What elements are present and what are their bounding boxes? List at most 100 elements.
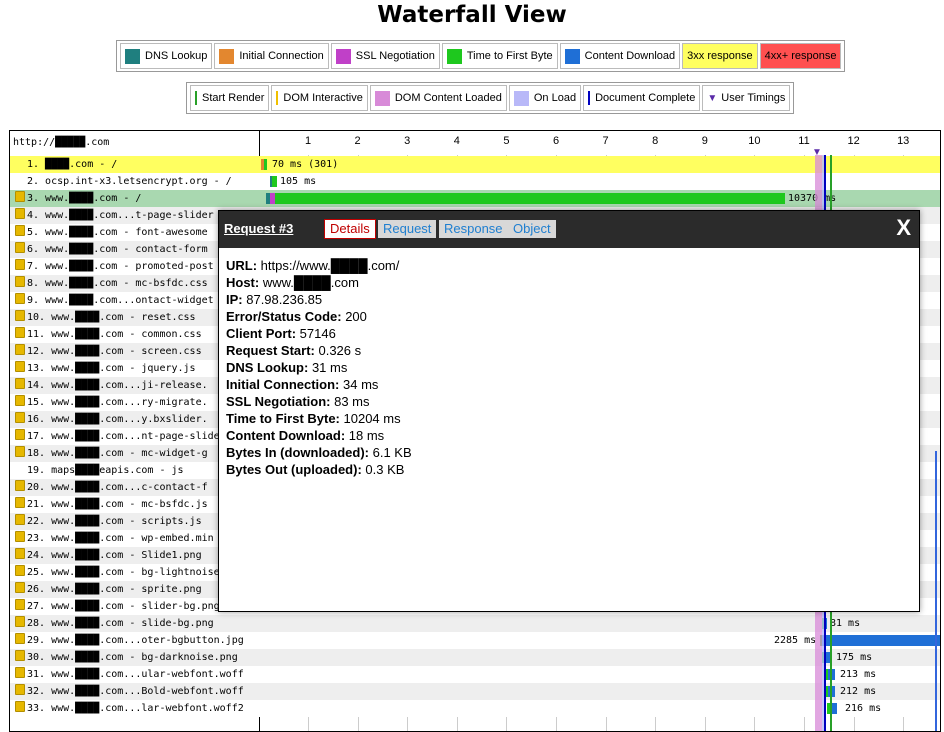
duration-label: 175 ms — [836, 652, 873, 663]
detail-row: Initial Connection: 34 ms — [226, 376, 412, 393]
legend-item-ssl-negotiation: SSL Negotiation — [330, 43, 440, 69]
lock-icon — [15, 650, 25, 661]
request-label[interactable]: 2. ocsp.int-x3.letsencrypt.org - / — [10, 173, 259, 190]
detail-key: Initial Connection: — [226, 377, 340, 392]
table-row[interactable]: 30. www.████.com - bg-darknoise.png 175 m… — [10, 649, 940, 666]
tick-label: 4 — [453, 135, 460, 147]
tick-label: 3 — [404, 135, 411, 147]
lock-icon — [15, 259, 25, 270]
legend-label: Content Download — [584, 50, 676, 62]
request-label[interactable]: 3. www.████.com - / — [10, 190, 259, 207]
request-url-text: 4. www.████.com...t-page-slider — [27, 210, 214, 221]
request-url-text: 11. www.████.com - common.css — [27, 329, 202, 340]
table-row[interactable]: 28. www.████.com - slide-bg.png 81 ms — [10, 615, 940, 632]
dialog-title[interactable]: Request #3 — [224, 221, 293, 236]
dialog-header: Request #3 Details Request Response Obje… — [219, 211, 919, 248]
request-url-text: 22. www.████.com - scripts.js — [27, 516, 202, 527]
detail-row: Request Start: 0.326 s — [226, 342, 412, 359]
request-url-text: 10. www.████.com - reset.css — [27, 312, 196, 323]
request-url-text: 3. www.████.com - / — [27, 193, 142, 204]
legend-swatch — [219, 48, 235, 64]
tick-label: 13 — [897, 135, 910, 147]
detail-row: DNS Lookup: 31 ms — [226, 359, 412, 376]
request-label[interactable]: 30. www.████.com - bg-darknoise.png — [10, 649, 259, 666]
detail-row: Host: www.████.com — [226, 274, 412, 291]
detail-value: 6.1 KB — [369, 445, 412, 460]
request-url-text: 13. www.████.com - jquery.js — [27, 363, 196, 374]
request-label[interactable]: 28. www.████.com - slide-bg.png — [10, 615, 259, 632]
tab-details[interactable]: Details — [324, 219, 376, 239]
legend-swatch — [374, 90, 390, 106]
request-url-text: 29. www.████.com...oter-bgbutton.jpg — [27, 635, 244, 646]
request-url-text: 15. www.████.com...ry-migrate. — [27, 397, 208, 408]
table-row[interactable]: 32. www.████.com...Bold-webfont.woff 212 … — [10, 683, 940, 700]
detail-value: 87.98.236.85 — [242, 292, 323, 307]
legend-label: DOM Content Loaded — [394, 92, 502, 104]
request-url-text: 14. www.████.com...ji-release. — [27, 380, 208, 391]
duration-label: 213 ms — [840, 669, 877, 680]
tab-object[interactable]: Object — [508, 220, 556, 238]
tab-response[interactable]: Response — [439, 220, 508, 238]
detail-key: Error/Status Code: — [226, 309, 342, 324]
detail-value: 0.326 s — [314, 343, 362, 358]
lock-icon — [15, 616, 25, 627]
vertical-scrollbar[interactable] — [935, 451, 937, 731]
duration-label: 216 ms — [845, 703, 882, 714]
legend-swatch — [513, 90, 529, 106]
request-url-text: 6. www.████.com - contact-form — [27, 244, 208, 255]
lock-icon — [15, 242, 25, 253]
detail-row: SSL Negotiation: 83 ms — [226, 393, 412, 410]
lock-icon — [15, 191, 25, 202]
close-icon[interactable]: X — [896, 215, 911, 241]
request-url-text: 30. www.████.com - bg-darknoise.png — [27, 652, 238, 663]
request-url-text: 21. www.████.com - mc-bsfdc.js — [27, 499, 208, 510]
legend-label: Time to First Byte — [466, 50, 553, 62]
request-url-text: 28. www.████.com - slide-bg.png — [27, 618, 214, 629]
request-url-text: 12. www.████.com - screen.css — [27, 346, 202, 357]
request-url-text: 23. www.████.com - wp-embed.min — [27, 533, 214, 544]
legend-label: Document Complete — [595, 92, 696, 104]
timing-bar — [264, 159, 267, 170]
detail-value: https://www.████.com/ — [257, 258, 400, 273]
request-url-text: 18. www.████.com - mc-widget-g — [27, 448, 208, 459]
user-timing-icon: ▼ — [812, 147, 822, 158]
detail-key: IP: — [226, 292, 243, 307]
request-url-text: 2. ocsp.int-x3.letsencrypt.org - / — [27, 176, 232, 187]
table-row[interactable]: 31. www.████.com...ular-webfont.woff 213 … — [10, 666, 940, 683]
detail-row: Bytes Out (uploaded): 0.3 KB — [226, 461, 412, 478]
tick-label: 6 — [552, 135, 560, 147]
tick-label: 10 — [748, 135, 761, 147]
lock-icon — [15, 208, 25, 219]
lock-icon — [15, 667, 25, 678]
detail-value: 57146 — [296, 326, 336, 341]
legend-line-marker — [276, 91, 279, 105]
detail-key: Request Start: — [226, 343, 315, 358]
timing-bar — [275, 193, 785, 204]
detail-row: IP: 87.98.236.85 — [226, 291, 412, 308]
table-row[interactable]: 29. www.████.com...oter-bgbutton.jpg 2285… — [10, 632, 940, 649]
legend-item-user-timings: ▼ User Timings — [702, 85, 791, 111]
tab-request[interactable]: Request — [378, 220, 437, 238]
request-label[interactable]: 1. ████.com - / — [10, 156, 259, 173]
lock-icon — [15, 344, 25, 355]
table-row[interactable]: 1. ████.com - / 70 ms (301) — [10, 156, 940, 173]
legend-line-marker — [588, 91, 591, 105]
request-label[interactable]: 33. www.████.com...lar-webfont.woff2 — [10, 700, 259, 717]
detail-key: Client Port: — [226, 326, 297, 341]
request-details-dialog: Request #3 Details Request Response Obje… — [218, 210, 920, 612]
legend-item-content-download: Content Download — [559, 43, 681, 69]
table-row[interactable]: 3. www.████.com - / 10370 ms — [10, 190, 940, 207]
detail-value: 200 — [341, 309, 367, 324]
table-row[interactable]: 2. ocsp.int-x3.letsencrypt.org - / 105 ms — [10, 173, 940, 190]
request-label[interactable]: 29. www.████.com...oter-bgbutton.jpg — [10, 632, 259, 649]
detail-row: Content Download: 18 ms — [226, 427, 412, 444]
request-label[interactable]: 32. www.████.com...Bold-webfont.woff — [10, 683, 259, 700]
table-row[interactable]: 33. www.████.com...lar-webfont.woff2 216 … — [10, 700, 940, 717]
legend-item-initial-connection: Initial Connection — [214, 43, 329, 69]
legend-item-document-complete: Document Complete — [583, 85, 701, 111]
duration-label: 10370 ms — [788, 193, 837, 204]
legend-label: DNS Lookup — [145, 50, 208, 62]
legend-item-time-to-first-byte: Time to First Byte — [441, 43, 558, 69]
request-label[interactable]: 31. www.████.com...ular-webfont.woff — [10, 666, 259, 683]
lock-icon — [15, 514, 25, 525]
